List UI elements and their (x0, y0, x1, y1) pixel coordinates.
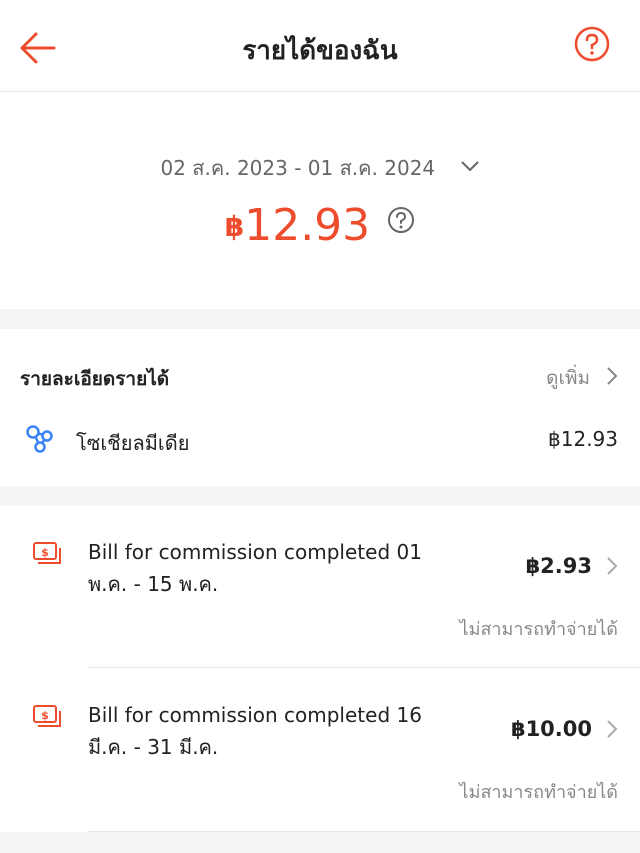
see-more-label: ดูเพิ่ม (546, 367, 590, 389)
bill-status: ไม่สามารถทำจ่ายได้ (459, 782, 618, 803)
bill-amount: ฿2.93 (525, 554, 592, 578)
bill-status: ไม่สามารถทำจ่ายได้ (459, 619, 618, 640)
chevron-right-icon (606, 366, 618, 391)
currency-symbol: ฿ (224, 210, 245, 243)
income-details-title: รายละเอียดรายได้ (20, 368, 170, 390)
bill-item[interactable]: $ Bill for commission completed 16 มี.ค.… (0, 669, 640, 832)
date-range-label: 02 ส.ค. 2023 - 01 ส.ค. 2024 (160, 156, 436, 180)
chevron-right-icon (606, 556, 618, 580)
svg-text:$: $ (41, 709, 49, 722)
total-income: ฿12.93 (0, 200, 640, 251)
bill-money-icon: $ (32, 540, 64, 568)
chevron-down-icon (460, 153, 480, 177)
bill-money-icon: $ (32, 703, 64, 731)
bill-title: Bill for commission completed 16 มี.ค. -… (88, 703, 422, 759)
page-title: รายได้ของฉัน (242, 36, 398, 66)
date-range-selector[interactable]: 02 ส.ค. 2023 - 01 ส.ค. 2024 (0, 152, 640, 184)
bill-title: Bill for commission completed 01 พ.ค. - … (88, 540, 422, 596)
question-circle-icon (574, 26, 610, 62)
help-button[interactable] (574, 26, 610, 62)
divider (88, 831, 640, 832)
question-circle-icon (388, 207, 415, 233)
chevron-right-icon (606, 719, 618, 743)
income-source-row: โซเชียลมีเดีย ฿12.93 (0, 419, 640, 459)
total-help-button[interactable] (387, 206, 415, 234)
bill-list: $ Bill for commission completed 01 พ.ค. … (0, 506, 640, 832)
income-source-label: โซเชียลมีเดีย (76, 431, 190, 455)
divider (88, 667, 640, 668)
svg-text:$: $ (41, 546, 49, 559)
bill-amount: ฿10.00 (510, 717, 592, 741)
see-more-link[interactable]: ดูเพิ่ม (546, 363, 618, 393)
income-summary: 02 ส.ค. 2023 - 01 ส.ค. 2024 ฿12.93 (0, 92, 640, 309)
social-network-icon (24, 423, 56, 455)
app-header: รายได้ของฉัน (0, 0, 640, 92)
income-details-card: รายละเอียดรายได้ ดูเพิ่ม โซเชียลมีเดีย ฿… (0, 329, 640, 486)
income-source-amount: ฿12.93 (548, 427, 618, 451)
total-amount: 12.93 (244, 200, 371, 251)
bill-item[interactable]: $ Bill for commission completed 01 พ.ค. … (0, 506, 640, 669)
